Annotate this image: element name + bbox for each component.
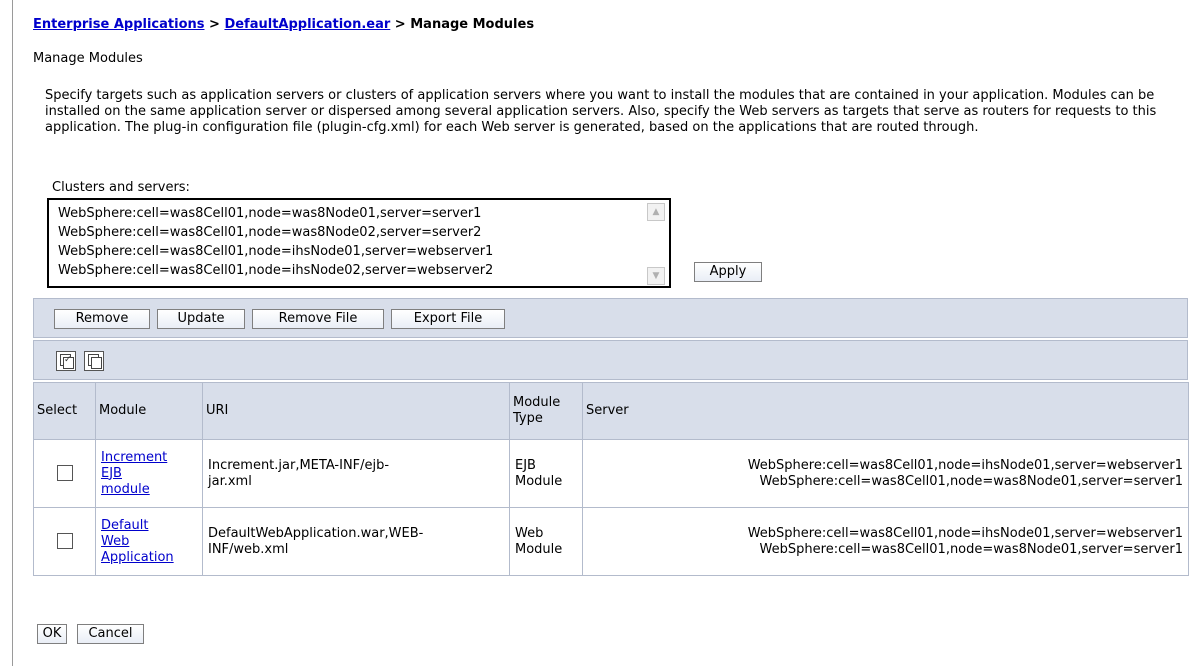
module-type-cell: Web Module bbox=[509, 507, 583, 576]
column-header-uri: URI bbox=[202, 382, 510, 440]
table-header-row: Select Module URI Module Type Server bbox=[33, 382, 1189, 440]
remove-button[interactable]: Remove bbox=[54, 309, 150, 329]
select-cell bbox=[33, 507, 96, 576]
listbox-option[interactable]: WebSphere:cell=was8Cell01,node=was8Node0… bbox=[58, 204, 493, 223]
breadcrumb-separator: > bbox=[204, 17, 225, 32]
scroll-up-arrow-icon[interactable]: ▲ bbox=[647, 203, 665, 221]
remove-file-button[interactable]: Remove File bbox=[252, 309, 384, 329]
row-select-checkbox[interactable] bbox=[56, 465, 73, 482]
modules-table: Select Module URI Module Type Server Incr… bbox=[33, 382, 1189, 576]
breadcrumb-current-page: Manage Modules bbox=[410, 17, 535, 32]
action-toolbar: Remove Update Remove File Export File bbox=[33, 298, 1188, 338]
row-select-checkbox[interactable] bbox=[56, 533, 73, 550]
breadcrumb-application-link[interactable]: DefaultApplication.ear bbox=[224, 17, 390, 32]
module-cell: Increment EJB module bbox=[95, 439, 203, 508]
ok-button[interactable]: OK bbox=[37, 624, 67, 644]
apply-button[interactable]: Apply bbox=[694, 262, 762, 282]
table-row: Increment EJB module Increment.jar,META-IN… bbox=[33, 439, 1189, 508]
column-header-server: Server bbox=[582, 382, 1189, 440]
breadcrumb-separator: > bbox=[390, 17, 411, 32]
listbox-option[interactable]: WebSphere:cell=was8Cell01,node=was8Node0… bbox=[58, 223, 493, 242]
page-subtitle: Manage Modules bbox=[33, 51, 143, 66]
page-description: Specify targets such as application serv… bbox=[45, 88, 1157, 135]
module-link[interactable]: Increment EJB module bbox=[101, 450, 167, 497]
column-header-select: Select bbox=[33, 382, 96, 440]
scroll-down-arrow-icon[interactable]: ▼ bbox=[647, 267, 665, 285]
listbox-option[interactable]: WebSphere:cell=was8Cell01,node=ihsNode01… bbox=[58, 242, 493, 261]
update-button[interactable]: Update bbox=[157, 309, 245, 329]
module-cell: Default Web Application bbox=[95, 507, 203, 576]
server-cell: WebSphere:cell=was8Cell01,node=ihsNode01… bbox=[582, 439, 1189, 508]
breadcrumb: Enterprise Applications > DefaultApplica… bbox=[33, 17, 534, 32]
export-file-button[interactable]: Export File bbox=[391, 309, 505, 329]
module-link[interactable]: Default Web Application bbox=[101, 518, 174, 565]
listbox-scrollbar[interactable]: ▲ ▼ bbox=[647, 203, 665, 285]
listbox-option[interactable]: WebSphere:cell=was8Cell01,node=ihsNode02… bbox=[58, 261, 493, 280]
selection-toolbar: ✓ bbox=[33, 340, 1188, 380]
clusters-servers-listbox[interactable]: WebSphere:cell=was8Cell01,node=was8Node0… bbox=[47, 198, 671, 288]
deselect-all-icon[interactable] bbox=[84, 351, 104, 371]
table-row: Default Web Application DefaultWebApplicat… bbox=[33, 507, 1189, 576]
server-cell: WebSphere:cell=was8Cell01,node=ihsNode01… bbox=[582, 507, 1189, 576]
clusters-servers-label: Clusters and servers: bbox=[52, 180, 190, 195]
select-all-icon[interactable]: ✓ bbox=[56, 351, 76, 371]
cancel-button[interactable]: Cancel bbox=[77, 624, 144, 644]
breadcrumb-enterprise-applications-link[interactable]: Enterprise Applications bbox=[33, 17, 205, 32]
module-type-cell: EJB Module bbox=[509, 439, 583, 508]
uri-cell: Increment.jar,META-INF/ejb-jar.xml bbox=[202, 439, 510, 508]
column-header-module: Module bbox=[95, 382, 203, 440]
column-header-module-type: Module Type bbox=[509, 382, 583, 440]
select-cell bbox=[33, 439, 96, 508]
uri-cell: DefaultWebApplication.war,WEB- INF/web.xm… bbox=[202, 507, 510, 576]
